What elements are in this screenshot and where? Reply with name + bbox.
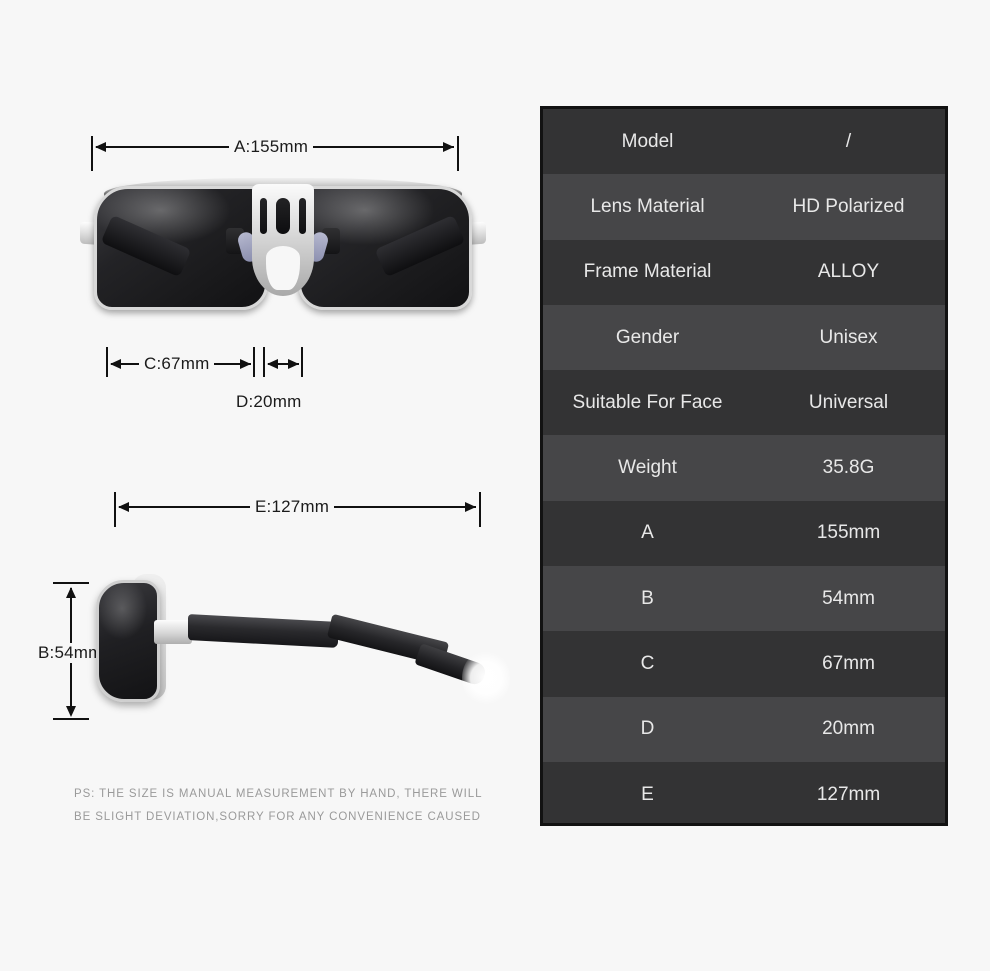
dimension-a-arrow-right	[443, 142, 454, 152]
dimension-d-tick-left	[263, 347, 265, 377]
dimension-a-arrow-left	[95, 142, 106, 152]
dimension-b-tick-top	[53, 582, 89, 584]
dimension-e-arrow-right	[465, 502, 476, 512]
spec-row-value: Universal	[808, 391, 889, 413]
dimension-d-tick-right	[301, 347, 303, 377]
measurement-note-line-2: BE SLIGHT DEVIATION,SORRY FOR ANY CONVEN…	[74, 811, 481, 823]
spec-row-key: Lens Material	[590, 195, 705, 217]
dimension-e-arrow-left	[118, 502, 129, 512]
spec-row: Model /	[543, 109, 945, 175]
dimension-b-tick-bottom	[53, 718, 89, 720]
dimension-b-arrow-up	[66, 587, 76, 598]
dimension-e-tick-right	[479, 492, 481, 527]
dimension-c-tick-left	[106, 347, 108, 377]
spec-row-key: Weight	[618, 457, 677, 479]
dimension-c-tick-right	[253, 347, 255, 377]
spec-row-value: 127mm	[816, 783, 881, 805]
spec-row-key: A	[641, 522, 654, 544]
dimension-d-arrow-right	[288, 359, 299, 369]
spec-row: Weight 35.8G	[543, 435, 945, 501]
spec-row-value: 20mm	[822, 718, 875, 740]
spec-row-key: C	[640, 653, 655, 675]
front-bridge-bar-left	[260, 198, 267, 234]
spec-row-value: /	[845, 130, 852, 152]
dimension-d-label: D:20mm	[236, 392, 302, 411]
sunglasses-side-image	[96, 566, 488, 716]
spec-row-value: ALLOY	[817, 261, 880, 283]
spec-row-value: 67mm	[822, 653, 875, 675]
spec-row-value: 155mm	[816, 522, 881, 544]
spec-row-value: HD Polarized	[792, 195, 905, 217]
spec-row: D 20mm	[543, 696, 945, 762]
spec-row-key: E	[641, 783, 654, 805]
spec-row: Gender Unisex	[543, 304, 945, 371]
dimension-a-tick-left	[91, 136, 93, 171]
measurement-note-line-1: PS: THE SIZE IS MANUAL MEASUREMENT BY HA…	[74, 788, 483, 800]
front-bridge-bar-right	[299, 198, 306, 234]
spec-row-key: Model	[621, 130, 674, 152]
dimension-d-arrow-left	[267, 359, 278, 369]
highlight-glow	[462, 650, 510, 706]
front-lens-left-reflection	[100, 214, 192, 278]
measurement-note: PS: THE SIZE IS MANUAL MEASUREMENT BY HA…	[74, 783, 494, 829]
side-temple-arm	[188, 614, 338, 648]
spec-row-value: 35.8G	[822, 457, 875, 479]
dimension-a-label: A:155mm	[229, 137, 314, 157]
dimension-c-label: C:67mm	[139, 354, 215, 374]
spec-row: A 155mm	[543, 500, 945, 567]
front-bridge-notch	[266, 246, 300, 290]
spec-row-value: Unisex	[819, 326, 878, 348]
spec-row: E 127mm	[543, 761, 945, 823]
spec-row-key: B	[641, 587, 654, 609]
spec-row-key: Gender	[615, 326, 680, 348]
front-bridge	[252, 184, 314, 296]
dimension-c-arrow-right	[240, 359, 251, 369]
spec-row: Suitable For Face Universal	[543, 370, 945, 436]
sunglasses-front-image	[80, 172, 486, 337]
front-lens-right-reflection	[374, 214, 466, 278]
product-spec-page: A:155mm C:67mm D:20mm E:127mm B:54mm PS:…	[0, 0, 990, 971]
spec-row-value: 54mm	[822, 587, 875, 609]
spec-row-key: Frame Material	[583, 261, 712, 283]
dimension-e-tick-left	[114, 492, 116, 527]
spec-row-key: Suitable For Face	[572, 391, 723, 413]
spec-row-key: D	[640, 718, 655, 740]
dimension-e-label: E:127mm	[250, 497, 335, 517]
spec-row: Lens Material HD Polarized	[543, 174, 945, 240]
side-hinge-plate	[154, 620, 192, 644]
side-lens	[96, 580, 160, 702]
spec-row: Frame Material ALLOY	[543, 239, 945, 305]
front-bridge-slot	[276, 198, 290, 234]
spec-row: C 67mm	[543, 631, 945, 697]
spec-row: B 54mm	[543, 566, 945, 632]
dimension-b-arrow-down	[66, 706, 76, 717]
dimension-c-arrow-left	[110, 359, 121, 369]
specification-table: Model / Lens Material HD Polarized Frame Mat…	[540, 106, 948, 826]
dimension-a-tick-right	[457, 136, 459, 171]
